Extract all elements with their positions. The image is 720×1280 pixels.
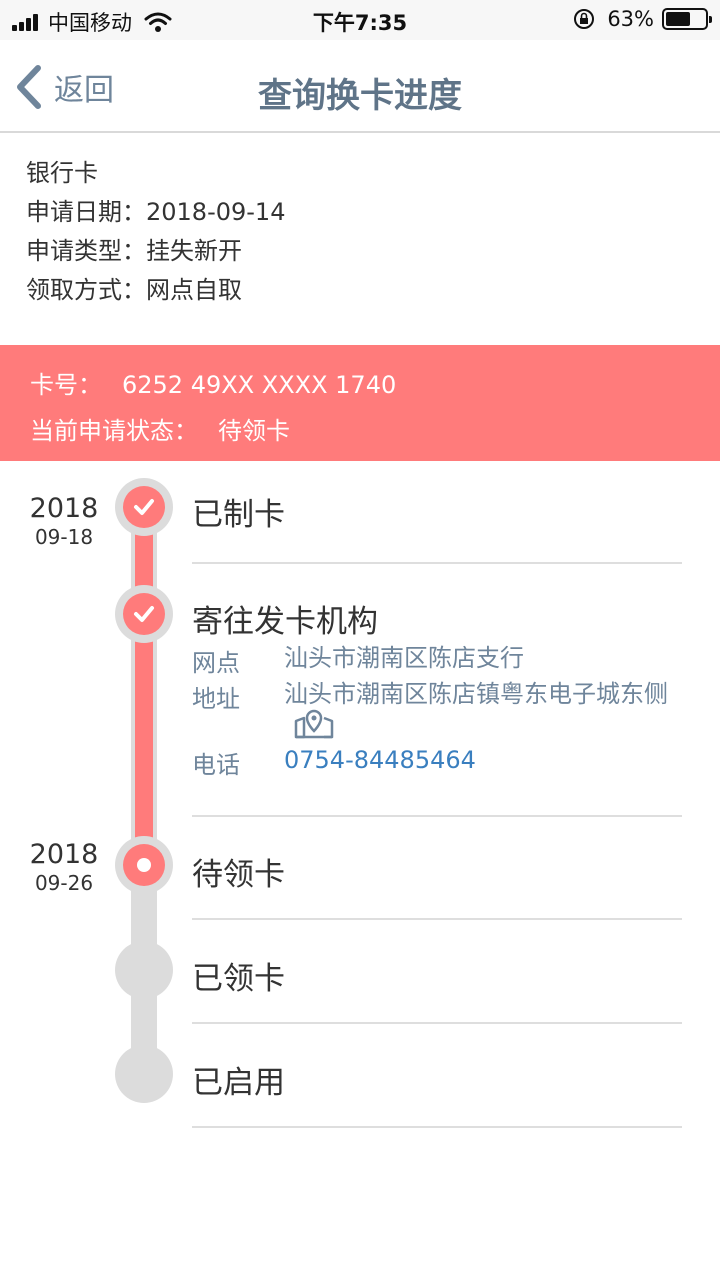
phone-key: 电话 bbox=[192, 751, 240, 779]
step-date: 2018 09-26 bbox=[26, 840, 102, 896]
divider bbox=[192, 815, 682, 817]
step-node-done bbox=[115, 478, 173, 536]
step-label: 寄往发卡机构 bbox=[192, 604, 378, 640]
step-label: 已启用 bbox=[192, 1065, 285, 1101]
address-value: 汕头市潮南区陈店镇粤东电子城东侧 bbox=[284, 680, 668, 708]
apply-type: 申请类型：挂失新开 bbox=[26, 237, 242, 265]
map-location-icon[interactable] bbox=[294, 709, 334, 739]
divider bbox=[192, 562, 682, 564]
divider bbox=[192, 1022, 682, 1024]
battery-icon bbox=[662, 8, 712, 30]
battery-percent: 63% bbox=[607, 7, 654, 31]
check-icon bbox=[134, 499, 154, 515]
status-bar: 中国移动 下午7:35 63% bbox=[0, 0, 720, 40]
status-banner: 卡号： 6252 49XX XXXX 1740 当前申请状态： 待领卡 bbox=[0, 345, 720, 461]
current-dot-icon bbox=[137, 858, 151, 872]
step-month-day: 09-26 bbox=[34, 871, 94, 895]
step-year: 2018 bbox=[29, 839, 99, 870]
nav-bar: 返回 查询换卡进度 bbox=[0, 40, 720, 133]
timeline-progress-rail bbox=[135, 505, 153, 865]
step-node-pending bbox=[115, 941, 173, 999]
divider bbox=[192, 918, 682, 920]
step-node-pending bbox=[115, 1045, 173, 1103]
step-label: 已制卡 bbox=[192, 497, 285, 533]
step-node-done bbox=[115, 585, 173, 643]
address-key: 地址 bbox=[192, 685, 240, 713]
branch-key: 网点 bbox=[192, 649, 240, 677]
pickup-method: 领取方式：网点自取 bbox=[26, 276, 242, 304]
check-icon bbox=[134, 606, 154, 622]
card-number-label: 卡号： bbox=[30, 371, 102, 399]
step-year: 2018 bbox=[29, 493, 99, 524]
application-info: 银行卡 申请日期：2018-09-14 申请类型：挂失新开 领取方式：网点自取 bbox=[26, 155, 285, 311]
application-status-value: 待领卡 bbox=[218, 417, 290, 445]
step-label: 已领卡 bbox=[192, 961, 285, 997]
phone-link[interactable]: 0754-84485464 bbox=[284, 745, 684, 775]
apply-date: 申请日期：2018-09-14 bbox=[26, 198, 286, 226]
branch-value: 汕头市潮南区陈店支行 bbox=[284, 644, 524, 672]
page-title: 查询换卡进度 bbox=[258, 76, 462, 116]
step-month-day: 09-18 bbox=[34, 525, 94, 549]
rotation-lock-icon bbox=[574, 9, 595, 29]
address-container: 汕头市潮南区陈店镇粤东电子城东侧 bbox=[284, 679, 684, 740]
step-node-current bbox=[115, 836, 173, 894]
divider bbox=[192, 1126, 682, 1128]
card-number: 6252 49XX XXXX 1740 bbox=[122, 371, 397, 399]
application-status-label: 当前申请状态： bbox=[30, 417, 198, 445]
card-type: 银行卡 bbox=[26, 159, 98, 187]
step-date: 2018 09-18 bbox=[26, 494, 102, 550]
step-label: 待领卡 bbox=[192, 857, 285, 893]
